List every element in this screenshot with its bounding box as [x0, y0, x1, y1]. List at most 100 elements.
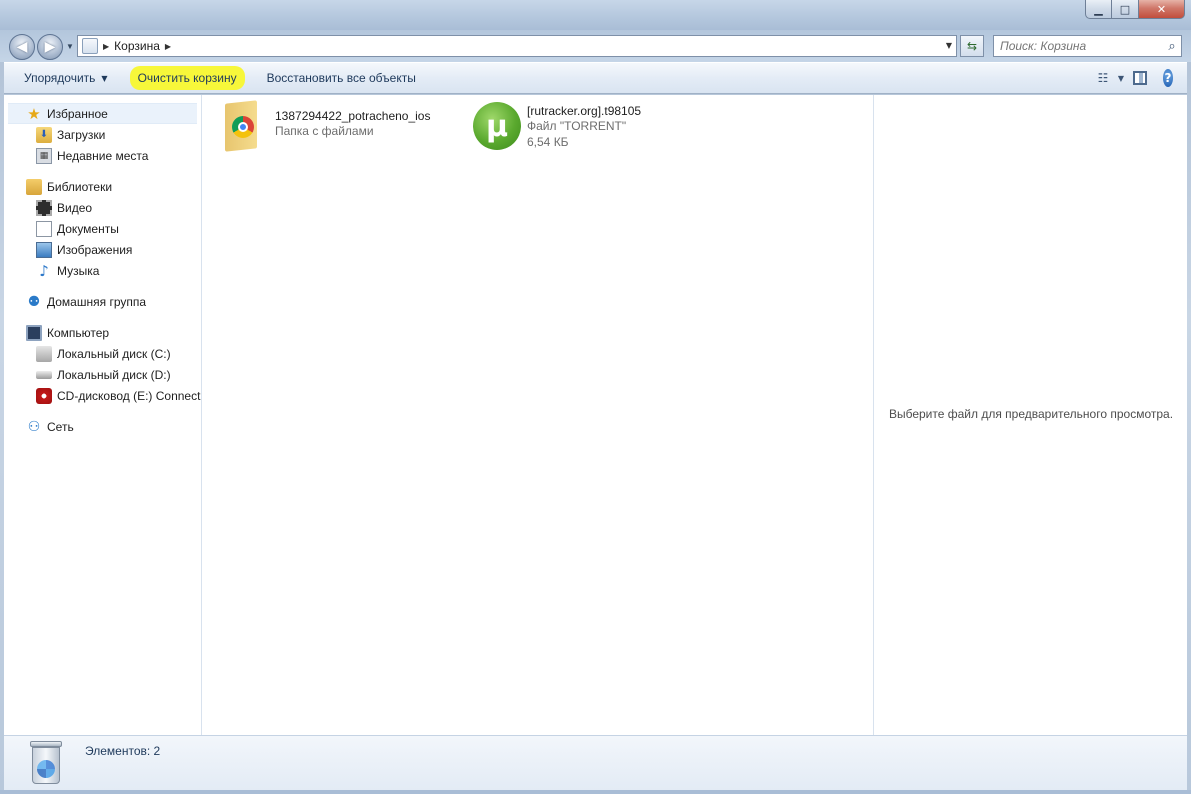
chevron-down-icon: ▼ — [101, 73, 108, 83]
file-type: Файл "TORRENT" — [527, 119, 627, 133]
sidebar-item-network[interactable]: ⚇ Сеть — [4, 416, 201, 437]
network-icon: ⚇ — [27, 418, 41, 435]
explorer-content: ★ Избранное ⬇ Загрузки ▦ Недавние места … — [4, 95, 1187, 735]
sidebar-item-label: Избранное — [47, 106, 108, 121]
file-info: 1387294422_potracheno_ios Папка с файлам… — [275, 102, 430, 139]
sidebar-item-label: Недавние места — [57, 148, 149, 163]
recycle-bin-small-icon — [82, 38, 98, 54]
computer-icon — [26, 324, 42, 341]
maximize-button[interactable]: □ — [1112, 0, 1139, 19]
music-icon: ♪ — [39, 261, 49, 280]
file-item-folder[interactable]: 1387294422_potracheno_ios Папка с файлам… — [223, 100, 430, 152]
file-list: 1387294422_potracheno_ios Папка с файлам… — [203, 95, 874, 735]
disk-c-icon — [36, 345, 52, 362]
window-frame-bottom — [0, 790, 1191, 794]
chevron-down-icon: ▼ — [1117, 73, 1125, 83]
view-options-dropdown[interactable]: ▼ — [1115, 67, 1127, 89]
images-icon — [36, 241, 52, 258]
chevron-right-icon[interactable]: ▶ — [165, 42, 171, 51]
restore-all-button[interactable]: Восстановить все объекты — [259, 66, 424, 90]
network-group: ⚇ Сеть — [4, 416, 201, 437]
search-icon[interactable]: ⌕ — [1163, 39, 1181, 54]
sidebar-item-label: CD-дисковод (E:) Connect — [57, 388, 201, 403]
window-controls: ▁ □ ✕ — [1085, 0, 1185, 20]
sidebar-item-label: Видео — [57, 200, 93, 215]
search-box[interactable]: ⌕ — [993, 35, 1182, 57]
empty-recycle-bin-label: Очистить корзину — [137, 71, 237, 85]
chrome-folder-icon — [223, 100, 263, 152]
view-tools: ☷ ▼ ? — [1085, 67, 1187, 89]
chrome-logo-icon — [232, 116, 254, 138]
libraries-group: Библиотеки Видео Документы Изображения ♪… — [4, 176, 201, 281]
preview-pane-icon — [1133, 71, 1147, 85]
sidebar-item-label: Локальный диск (C:) — [57, 346, 171, 361]
sidebar-item-label: Компьютер — [47, 325, 110, 340]
back-button[interactable]: ◀ — [9, 34, 35, 60]
sidebar-item-cd-drive[interactable]: CD-дисковод (E:) Connect — [4, 385, 201, 406]
sidebar-item-images[interactable]: Изображения — [4, 239, 201, 260]
refresh-icon: ⇆ — [966, 39, 978, 53]
documents-icon — [36, 220, 52, 237]
file-item-torrent[interactable]: µ [rutracker.org].t98105 Файл "TORRENT" … — [473, 102, 641, 150]
favorites-group: ★ Избранное ⬇ Загрузки ▦ Недавние места — [4, 103, 201, 166]
file-info: [rutracker.org].t98105 Файл "TORRENT" 6,… — [527, 102, 641, 150]
recent-places-icon: ▦ — [36, 147, 52, 164]
file-size: 6,54 КБ — [527, 135, 569, 149]
title-bar: ▁ □ ✕ — [0, 0, 1191, 30]
refresh-button[interactable]: ⇆ — [960, 35, 984, 57]
sidebar-item-label: Музыка — [57, 263, 100, 278]
sidebar-item-label: Сеть — [47, 419, 74, 434]
homegroup-group: ⚉ Домашняя группа — [4, 291, 201, 312]
command-bar: Упорядочить ▼ Очистить корзину Восстанов… — [4, 62, 1187, 94]
sidebar-item-label: Домашняя группа — [47, 294, 147, 309]
help-icon: ? — [1163, 69, 1173, 87]
sidebar-item-computer[interactable]: Компьютер — [4, 322, 201, 343]
recent-pages-dropdown-icon[interactable]: ▼ — [66, 42, 74, 51]
navigation-bar: ◀ ▶ ▼ ▶ Корзина ▶ ▼ ⇆ ⌕ — [0, 30, 1191, 62]
sidebar-item-documents[interactable]: Документы — [4, 218, 201, 239]
details-pane: Элементов: 2 — [4, 735, 1187, 790]
help-button[interactable]: ? — [1163, 67, 1187, 89]
sidebar-item-video[interactable]: Видео — [4, 197, 201, 218]
organize-label: Упорядочить — [24, 71, 96, 85]
chevron-right-icon[interactable]: ▶ — [103, 42, 109, 51]
sidebar-item-music[interactable]: ♪ Музыка — [4, 260, 201, 281]
file-type: Папка с файлами — [275, 124, 374, 138]
homegroup-icon: ⚉ — [27, 293, 41, 310]
close-button[interactable]: ✕ — [1139, 0, 1185, 19]
downloads-folder-icon: ⬇ — [36, 126, 52, 143]
sidebar-item-label: Изображения — [57, 242, 133, 257]
recycle-logo-icon — [37, 760, 55, 778]
sidebar-item-homegroup[interactable]: ⚉ Домашняя группа — [4, 291, 201, 312]
sidebar-item-libraries[interactable]: Библиотеки — [4, 176, 201, 197]
sidebar-item-recent-places[interactable]: ▦ Недавние места — [4, 145, 201, 166]
utorrent-icon: µ — [473, 102, 521, 150]
change-view-button[interactable]: ☷ — [1091, 67, 1115, 89]
forward-button[interactable]: ▶ — [37, 34, 63, 60]
video-icon — [36, 199, 52, 216]
breadcrumb-recycle-bin[interactable]: Корзина — [114, 39, 160, 53]
file-name: 1387294422_potracheno_ios — [275, 109, 431, 123]
star-icon: ★ — [27, 104, 41, 123]
sidebar-item-label: Загрузки — [57, 127, 106, 142]
organize-button[interactable]: Упорядочить ▼ — [16, 66, 116, 90]
disk-d-icon — [36, 370, 52, 379]
computer-group: Компьютер Локальный диск (C:) Локальный … — [4, 322, 201, 406]
empty-recycle-bin-button[interactable]: Очистить корзину — [129, 66, 245, 90]
minimize-button[interactable]: ▁ — [1085, 0, 1112, 19]
sidebar-item-downloads[interactable]: ⬇ Загрузки — [4, 124, 201, 145]
address-bar[interactable]: ▶ Корзина ▶ ▼ — [77, 35, 957, 57]
restore-all-label: Восстановить все объекты — [266, 71, 416, 85]
sidebar-item-label: Документы — [57, 221, 119, 236]
sidebar-item-disk-c[interactable]: Локальный диск (C:) — [4, 343, 201, 364]
cd-drive-icon — [36, 387, 52, 404]
address-dropdown-icon[interactable]: ▼ — [946, 41, 952, 50]
sidebar-item-label: Локальный диск (D:) — [57, 367, 171, 382]
preview-pane-button[interactable] — [1133, 67, 1157, 89]
navigation-pane: ★ Избранное ⬇ Загрузки ▦ Недавние места … — [4, 95, 202, 735]
recycle-bin-icon — [28, 741, 64, 785]
sidebar-item-disk-d[interactable]: Локальный диск (D:) — [4, 364, 201, 385]
sidebar-item-favorites[interactable]: ★ Избранное — [8, 103, 197, 124]
search-input[interactable] — [994, 37, 1163, 55]
item-count: Элементов: 2 — [85, 744, 161, 758]
